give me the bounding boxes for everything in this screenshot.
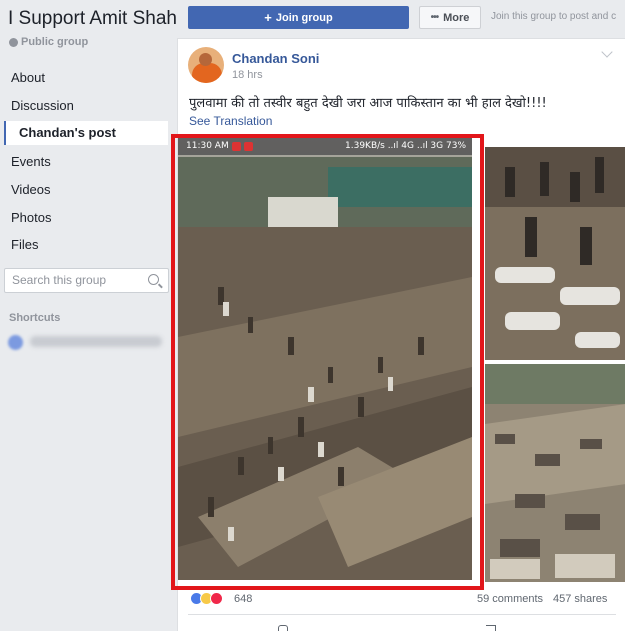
author-name[interactable]: Chandan Soni xyxy=(232,51,319,66)
shortcut-item-blurred[interactable] xyxy=(8,334,168,352)
shortcut-avatar xyxy=(8,335,23,350)
sidebar-item-chandans-post[interactable]: Chandan's post xyxy=(4,121,168,145)
reaction-icons[interactable] xyxy=(190,592,223,605)
globe-icon xyxy=(9,37,18,47)
footer-divider xyxy=(188,614,616,615)
post-timestamp[interactable]: 18 hrs xyxy=(232,69,263,81)
avatar-robe xyxy=(192,63,222,83)
avatar-face xyxy=(199,53,212,66)
search-icon[interactable] xyxy=(148,274,159,285)
sidebar-item-files[interactable]: Files xyxy=(11,237,38,252)
more-button[interactable]: ••• More xyxy=(419,6,481,29)
sidebar-item-photos[interactable]: Photos xyxy=(11,210,51,225)
share-action-icon[interactable] xyxy=(486,625,496,631)
like-action-icon[interactable] xyxy=(278,625,288,631)
search-input[interactable] xyxy=(12,273,142,287)
group-privacy: Public group xyxy=(9,36,88,48)
post-photo-right-top[interactable] xyxy=(485,147,625,360)
reaction-count[interactable]: 648 xyxy=(234,593,252,605)
rescue-scene-image xyxy=(485,147,625,360)
chevron-down-icon[interactable] xyxy=(601,46,613,58)
plus-icon: + xyxy=(264,10,272,25)
sidebar-item-label: Chandan's post xyxy=(19,125,116,140)
sidebar-item-videos[interactable]: Videos xyxy=(11,182,51,197)
group-search-box[interactable] xyxy=(4,268,169,293)
more-label: More xyxy=(443,11,470,24)
more-dots-icon: ••• xyxy=(430,12,439,23)
red-highlight-frame xyxy=(171,134,484,590)
join-group-label: Join group xyxy=(275,11,333,24)
sidebar-item-discussion[interactable]: Discussion xyxy=(11,98,74,113)
love-reaction-icon xyxy=(210,592,223,605)
sidebar-item-about[interactable]: About xyxy=(11,70,45,85)
sidebar-item-events[interactable]: Events xyxy=(11,154,51,169)
post-photo-right-bottom[interactable] xyxy=(485,364,625,582)
group-title[interactable]: I Support Amit Shah xyxy=(8,8,177,30)
join-group-button[interactable]: + Join group xyxy=(188,6,409,29)
post-text: पुलवामा की तो तस्वीर बहुत देखी जरा आज पा… xyxy=(189,96,547,111)
shortcut-label-blurred xyxy=(30,336,162,347)
shortcuts-heading: Shortcuts xyxy=(9,312,61,324)
group-sidebar: I Support Amit Shah Public group About D… xyxy=(0,0,177,631)
comments-count[interactable]: 59 comments xyxy=(477,593,543,605)
group-privacy-label: Public group xyxy=(21,36,89,48)
join-hint-text: Join this group to post and c xyxy=(491,11,617,22)
see-translation-link[interactable]: See Translation xyxy=(189,114,272,128)
avatar[interactable] xyxy=(188,47,224,83)
destroyed-town-image xyxy=(485,364,625,582)
shares-count[interactable]: 457 shares xyxy=(553,593,607,605)
